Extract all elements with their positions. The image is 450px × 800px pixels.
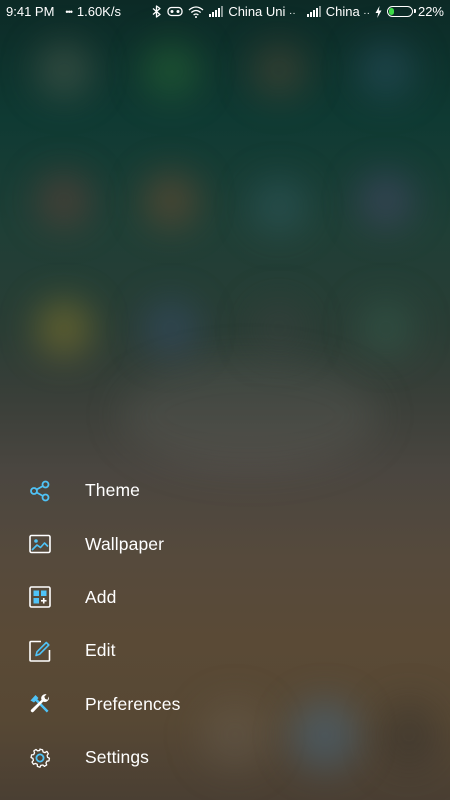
network-speed: 1.60K/s [76,4,121,19]
status-right: China Uni ·· China ·· 22% [152,4,444,19]
menu-item-edit[interactable]: Edit [0,624,450,677]
blurred-app-icon [358,42,414,98]
wifi-icon [188,5,204,18]
signal-icon [209,6,224,17]
signal-icon [306,6,321,17]
edit-icon [28,639,52,663]
status-bar: 9:41 PM ••• 1.60K/s China Uni ·· China ·… [0,0,450,24]
blurred-haze [120,360,380,470]
menu-item-theme[interactable]: Theme [0,464,450,517]
blurred-app-icon [358,172,414,228]
menu-item-add[interactable]: Add [0,571,450,624]
blurred-app-icon [36,300,92,356]
blurred-app-icon [143,172,199,228]
menu-item-settings[interactable]: Settings [0,731,450,784]
menu-item-label: Preferences [85,693,181,714]
battery-level [388,8,394,15]
menu-item-wallpaper[interactable]: Wallpaper [0,517,450,570]
vr-icon [167,6,183,17]
menu-item-label: Theme [85,480,140,501]
blurred-app-icon [143,300,199,356]
battery-percent: 22% [417,4,444,19]
menu-item-label: Wallpaper [85,533,165,554]
carrier-2: China ·· [325,4,370,19]
charging-icon [375,5,382,18]
clock: 9:41 PM [6,4,55,19]
blurred-app-icon [358,300,414,356]
carrier-1: China Uni ·· [228,4,296,19]
launcher-menu: Theme Wallpaper Add Edit Preferences Set… [0,464,450,784]
menu-item-label: Edit [85,640,116,661]
add-widget-icon [28,585,52,609]
bluetooth-icon [152,5,162,18]
blurred-app-icon [251,300,307,356]
blurred-app-icon [251,178,307,234]
blurred-app-icon [143,42,199,98]
menu-item-preferences[interactable]: Preferences [0,678,450,731]
gear-icon [28,746,52,770]
image-icon [28,532,52,556]
share-icon [28,479,52,503]
tools-icon [28,692,52,716]
menu-item-label: Settings [85,747,150,768]
status-left: 9:41 PM ••• 1.60K/s [6,4,121,19]
blurred-app-icon [36,42,92,98]
blurred-app-icon [251,42,307,98]
blurred-app-icon [36,172,92,228]
battery-icon [386,6,416,17]
battery-tip [413,9,416,13]
menu-item-label: Add [85,586,117,607]
more-notifications: ••• [65,6,73,17]
